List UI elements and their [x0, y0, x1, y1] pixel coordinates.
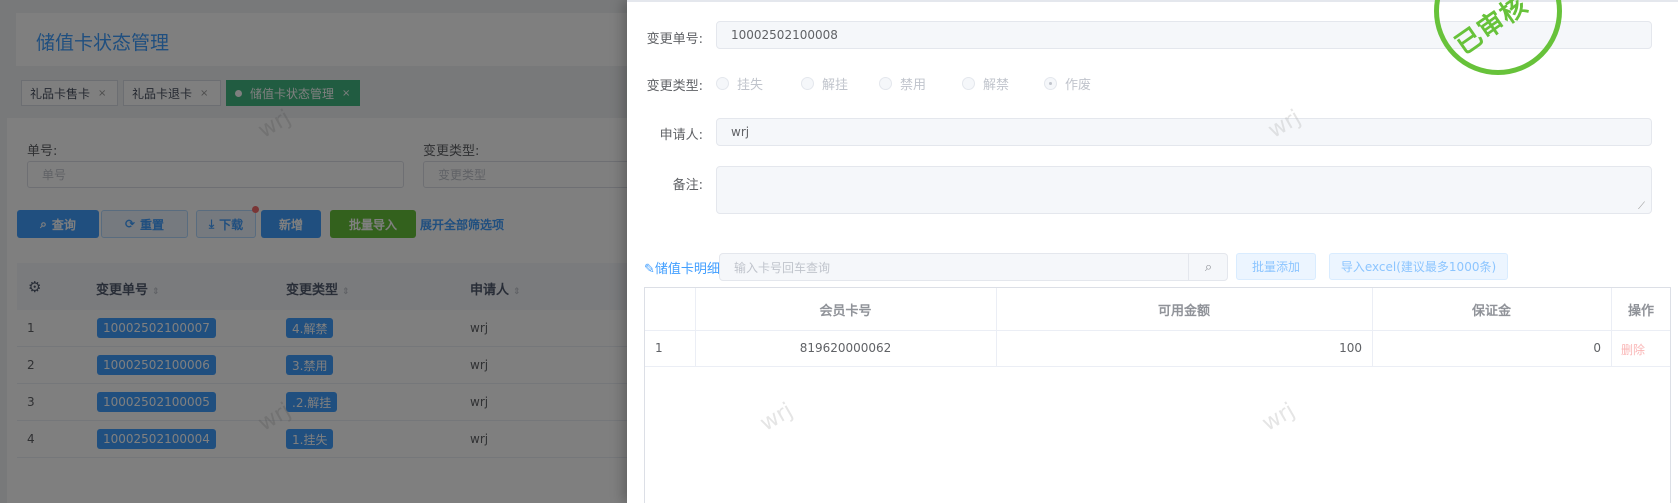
- radio-circle-icon[interactable]: [716, 77, 729, 90]
- change-type-label: 变更类型:: [646, 79, 703, 94]
- row-index: 1: [655, 341, 663, 355]
- edit-icon: ✎: [644, 262, 655, 277]
- radio-label: 作废: [1065, 78, 1092, 93]
- radio-circle-icon[interactable]: [962, 77, 975, 90]
- radio-type-option[interactable]: 解禁: [962, 74, 1009, 93]
- radio-label: 挂失: [737, 78, 764, 93]
- resize-handle-icon[interactable]: ⟋: [1638, 201, 1645, 212]
- remark-textarea[interactable]: [716, 166, 1652, 214]
- available-amount: 100: [1339, 341, 1362, 355]
- radio-circle-icon[interactable]: [801, 77, 814, 90]
- import-excel-button[interactable]: 导入excel(建议最多1000条): [1329, 253, 1508, 280]
- radio-type-option[interactable]: 解挂: [801, 74, 848, 93]
- radio-type-option[interactable]: 挂失: [716, 74, 763, 93]
- card-detail-table: 会员卡号 可用金额 保证金 操作 1 819620000062 100 0 删除: [644, 287, 1671, 503]
- search-icon[interactable]: ⌕: [1188, 253, 1228, 281]
- deposit: 0: [1593, 341, 1601, 355]
- radio-label: 解禁: [983, 78, 1010, 93]
- card-number: 819620000062: [799, 341, 892, 355]
- radio-circle-icon[interactable]: [879, 77, 892, 90]
- col-header-card-no: 会员卡号: [819, 303, 872, 319]
- applicant-input[interactable]: wrj: [716, 118, 1652, 146]
- applicant-label: 申请人:: [659, 128, 703, 143]
- col-header-deposit: 保证金: [1471, 303, 1511, 319]
- radio-type-option[interactable]: 作废: [1044, 74, 1091, 93]
- delete-link[interactable]: 删除: [1621, 341, 1645, 358]
- radio-label: 禁用: [900, 78, 927, 93]
- change-no-label: 变更单号:: [646, 32, 703, 47]
- radio-type-option[interactable]: 禁用: [879, 74, 926, 93]
- card-detail-label: 储值卡明细: [654, 262, 720, 277]
- col-header-amount: 可用金额: [1157, 303, 1210, 319]
- radio-circle-icon[interactable]: [1044, 77, 1057, 90]
- card-search-input[interactable]: 输入卡号回车查询: [719, 253, 1228, 281]
- card-detail-link[interactable]: ✎储值卡明细: [644, 258, 720, 277]
- radio-label: 解挂: [822, 78, 849, 93]
- batch-add-button[interactable]: 批量添加: [1236, 253, 1316, 280]
- remark-label: 备注:: [672, 178, 703, 193]
- col-header-action: 操作: [1627, 303, 1654, 319]
